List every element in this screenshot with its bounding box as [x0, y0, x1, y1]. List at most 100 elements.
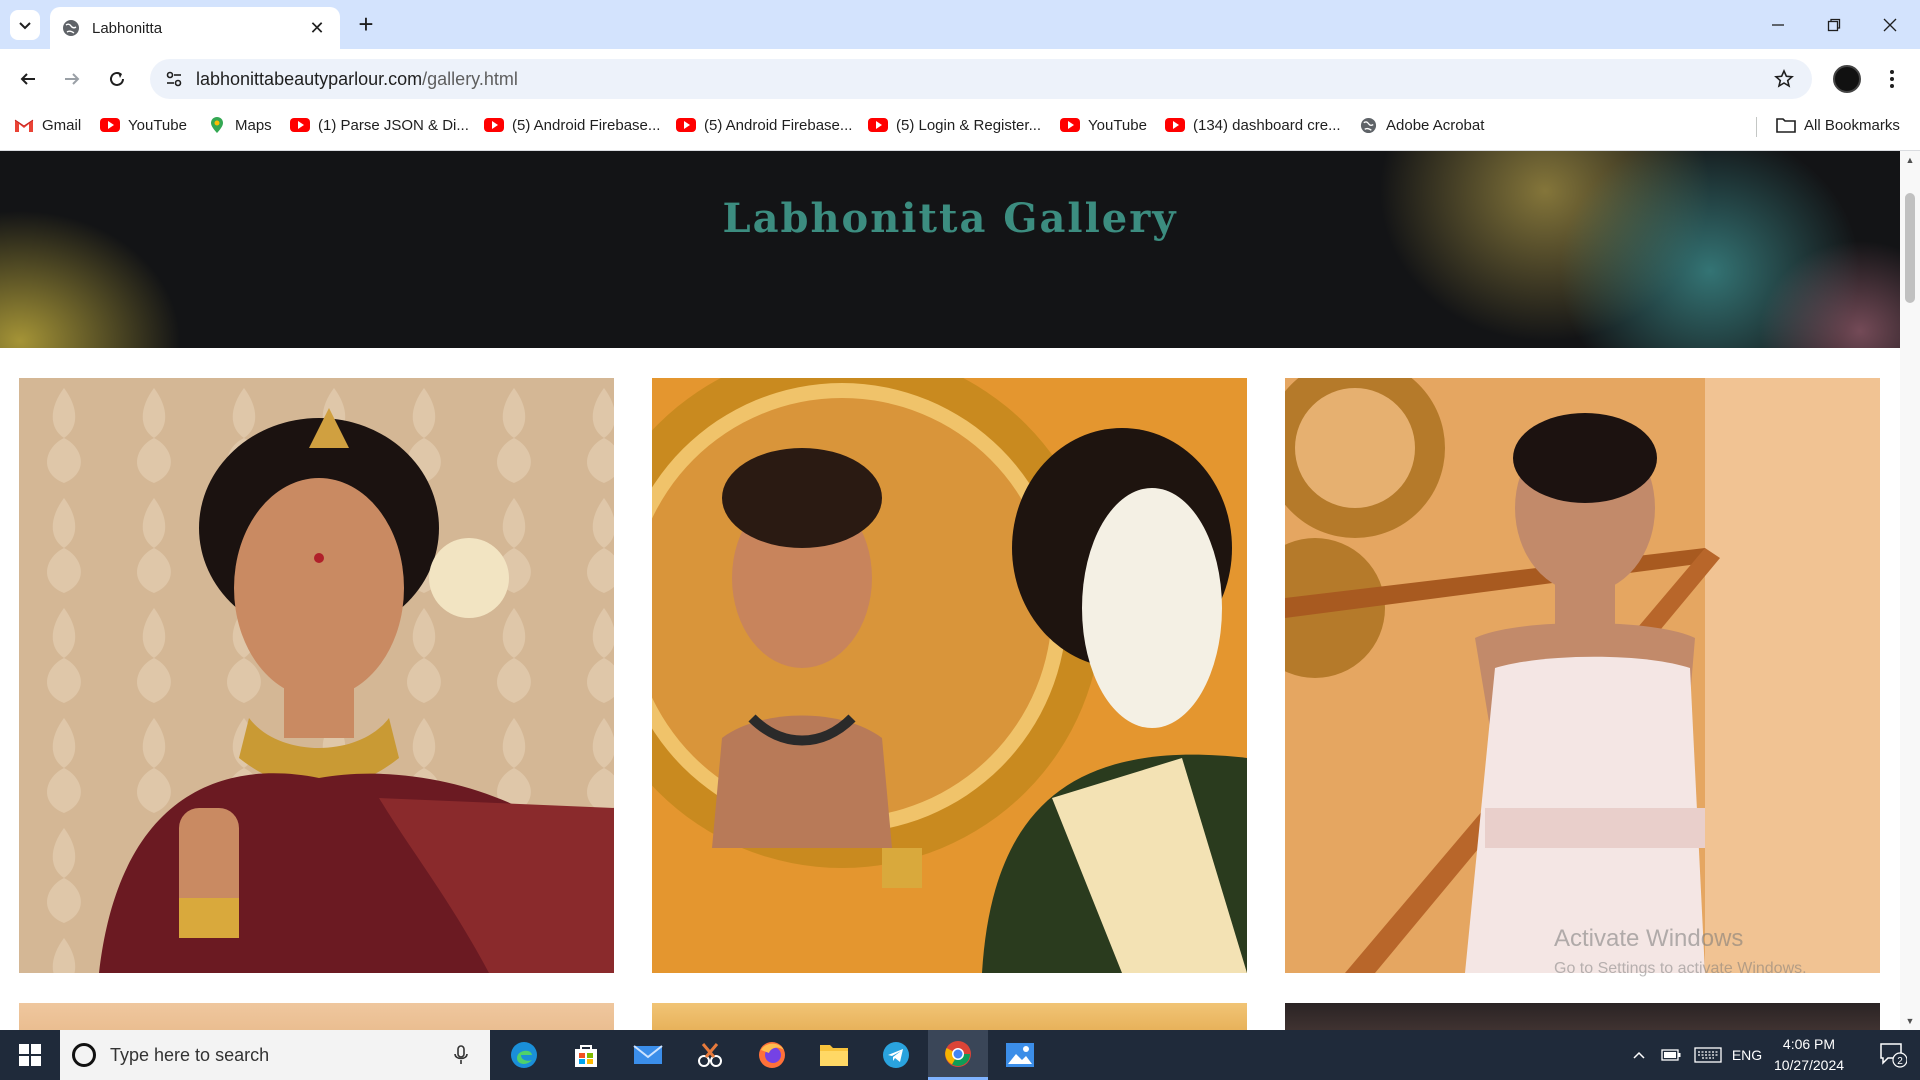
photo-bride-maroon-saree: [19, 378, 614, 973]
taskbar-clock[interactable]: 4:06 PM 10/27/2024: [1764, 1034, 1854, 1076]
action-center-button[interactable]: 2: [1866, 1030, 1920, 1080]
bookmark-adobe-acrobat[interactable]: Adobe Acrobat: [1358, 109, 1484, 141]
notification-count: 2: [1897, 1056, 1903, 1067]
scroll-up-arrow-icon[interactable]: ▲: [1904, 155, 1916, 165]
snipping-tool-icon: [698, 1043, 722, 1067]
site-info-button[interactable]: [154, 59, 194, 99]
photos-icon: [1006, 1043, 1034, 1067]
taskbar-file-explorer[interactable]: [804, 1030, 864, 1080]
close-window-button[interactable]: [1862, 0, 1918, 49]
close-tab-icon[interactable]: ✕: [306, 18, 328, 39]
gallery-hero-banner: Labhonitta Gallery: [0, 151, 1900, 348]
youtube-icon: [1060, 117, 1080, 133]
arrow-left-icon: [20, 73, 35, 85]
tune-icon: [166, 71, 182, 87]
bookmark-label: (5) Android Firebase...: [704, 116, 853, 134]
telegram-icon: [883, 1042, 909, 1068]
firefox-icon: [759, 1042, 785, 1068]
taskbar-snipping[interactable]: [680, 1030, 740, 1080]
gallery-photo-3[interactable]: [1285, 378, 1880, 973]
bookmark-dashboard[interactable]: (134) dashboard cre...: [1165, 109, 1341, 141]
cortana-icon: [72, 1043, 96, 1067]
notification-icon: 2: [1880, 1043, 1907, 1068]
chevron-down-icon: [19, 22, 31, 30]
store-icon: [575, 1045, 597, 1067]
taskbar-mail[interactable]: [618, 1030, 678, 1080]
battery-button[interactable]: [1656, 1030, 1686, 1080]
page-scrollbar[interactable]: ▲ ▼: [1900, 151, 1920, 1030]
clock-date: 10/27/2024: [1773, 1057, 1845, 1073]
globe-icon: [1358, 117, 1378, 133]
gallery-photo-6[interactable]: [1285, 1003, 1880, 1030]
gallery-photo-1[interactable]: [19, 378, 614, 973]
bookmark-gmail[interactable]: Gmail: [14, 109, 81, 141]
gallery-photo-2[interactable]: [652, 378, 1247, 973]
arrow-right-icon: [65, 73, 80, 85]
bookmark-label: (5) Login & Register...: [896, 116, 1042, 134]
bookmark-youtube-2[interactable]: YouTube: [1060, 109, 1147, 141]
gallery-photo-4[interactable]: [19, 1003, 614, 1030]
tab-labhonitta[interactable]: Labhonitta ✕: [50, 7, 340, 49]
taskbar-chrome[interactable]: [928, 1030, 988, 1080]
youtube-icon: [868, 117, 888, 133]
tray-overflow-button[interactable]: [1624, 1030, 1654, 1080]
restore-button[interactable]: [1806, 0, 1862, 49]
taskbar-firefox[interactable]: [742, 1030, 802, 1080]
star-icon: [1774, 69, 1794, 88]
minimize-button[interactable]: [1750, 0, 1806, 49]
bookmark-label: (134) dashboard cre...: [1193, 116, 1341, 134]
bookmark-android-firebase-2[interactable]: (5) Android Firebase...: [676, 109, 852, 141]
touch-keyboard-button[interactable]: [1690, 1030, 1726, 1080]
scroll-down-arrow-icon[interactable]: ▼: [1904, 1016, 1916, 1026]
bookmark-star-button[interactable]: [1764, 59, 1804, 99]
youtube-icon: [290, 117, 310, 133]
keyboard-icon: [1694, 1047, 1722, 1063]
taskbar-store[interactable]: [556, 1030, 616, 1080]
bookmark-parse-json[interactable]: (1) Parse JSON & Di...: [290, 109, 469, 141]
windows-logo-icon: [19, 1044, 41, 1066]
chevron-up-icon: [1633, 1051, 1645, 1059]
close-icon: [1883, 18, 1897, 31]
chrome-icon: [945, 1040, 971, 1067]
profile-avatar[interactable]: [1833, 65, 1861, 93]
activate-windows-subtitle: Go to Settings to activate Windows.: [1554, 960, 1807, 977]
gallery-photo-5[interactable]: [652, 1003, 1247, 1030]
taskbar-search-box[interactable]: Type here to search: [60, 1030, 490, 1080]
folder-icon: [820, 1045, 848, 1066]
tab-search-button[interactable]: [10, 10, 40, 40]
bookmark-login-register[interactable]: (5) Login & Register...: [868, 109, 1041, 141]
minimize-icon: [1772, 23, 1784, 26]
browser-menu-button[interactable]: [1880, 63, 1904, 95]
all-bookmarks-button[interactable]: All Bookmarks: [1776, 109, 1900, 141]
youtube-icon: [1165, 117, 1185, 133]
tab-title: Labhonitta: [92, 19, 163, 37]
scrollbar-thumb[interactable]: [1905, 193, 1915, 303]
forward-button[interactable]: [56, 63, 88, 95]
start-button[interactable]: [0, 1030, 60, 1080]
microphone-icon[interactable]: [446, 1040, 476, 1070]
youtube-icon: [676, 117, 696, 133]
input-language[interactable]: ENG: [1730, 1030, 1764, 1080]
youtube-icon: [100, 117, 120, 133]
bookmark-android-firebase-1[interactable]: (5) Android Firebase...: [484, 109, 660, 141]
photo-model-white-gown: [1285, 378, 1880, 973]
mail-icon: [633, 1045, 663, 1064]
bookmark-maps[interactable]: Maps: [207, 109, 272, 141]
bookmark-label: Gmail: [42, 116, 82, 134]
taskbar-edge[interactable]: [494, 1030, 554, 1080]
photo-bride-mirror: [652, 378, 1247, 973]
taskbar-telegram[interactable]: [866, 1030, 926, 1080]
bookmark-youtube[interactable]: YouTube: [100, 109, 187, 141]
battery-icon: [1661, 1049, 1681, 1061]
reload-button[interactable]: [101, 63, 133, 95]
new-tab-button[interactable]: +: [352, 9, 380, 39]
youtube-icon: [484, 117, 504, 133]
taskbar-photos[interactable]: [990, 1030, 1050, 1080]
globe-icon: [63, 20, 79, 36]
back-button[interactable]: [12, 63, 44, 95]
clock-time: 4:06 PM: [1782, 1036, 1836, 1052]
gmail-icon: [14, 117, 34, 133]
maps-icon: [207, 117, 227, 133]
address-bar[interactable]: labhonittabeautyparlour.com/gallery.html: [150, 59, 1812, 99]
bookmarks-bar: Gmail YouTube Maps (1) Parse JSON & Di..…: [0, 109, 1920, 151]
